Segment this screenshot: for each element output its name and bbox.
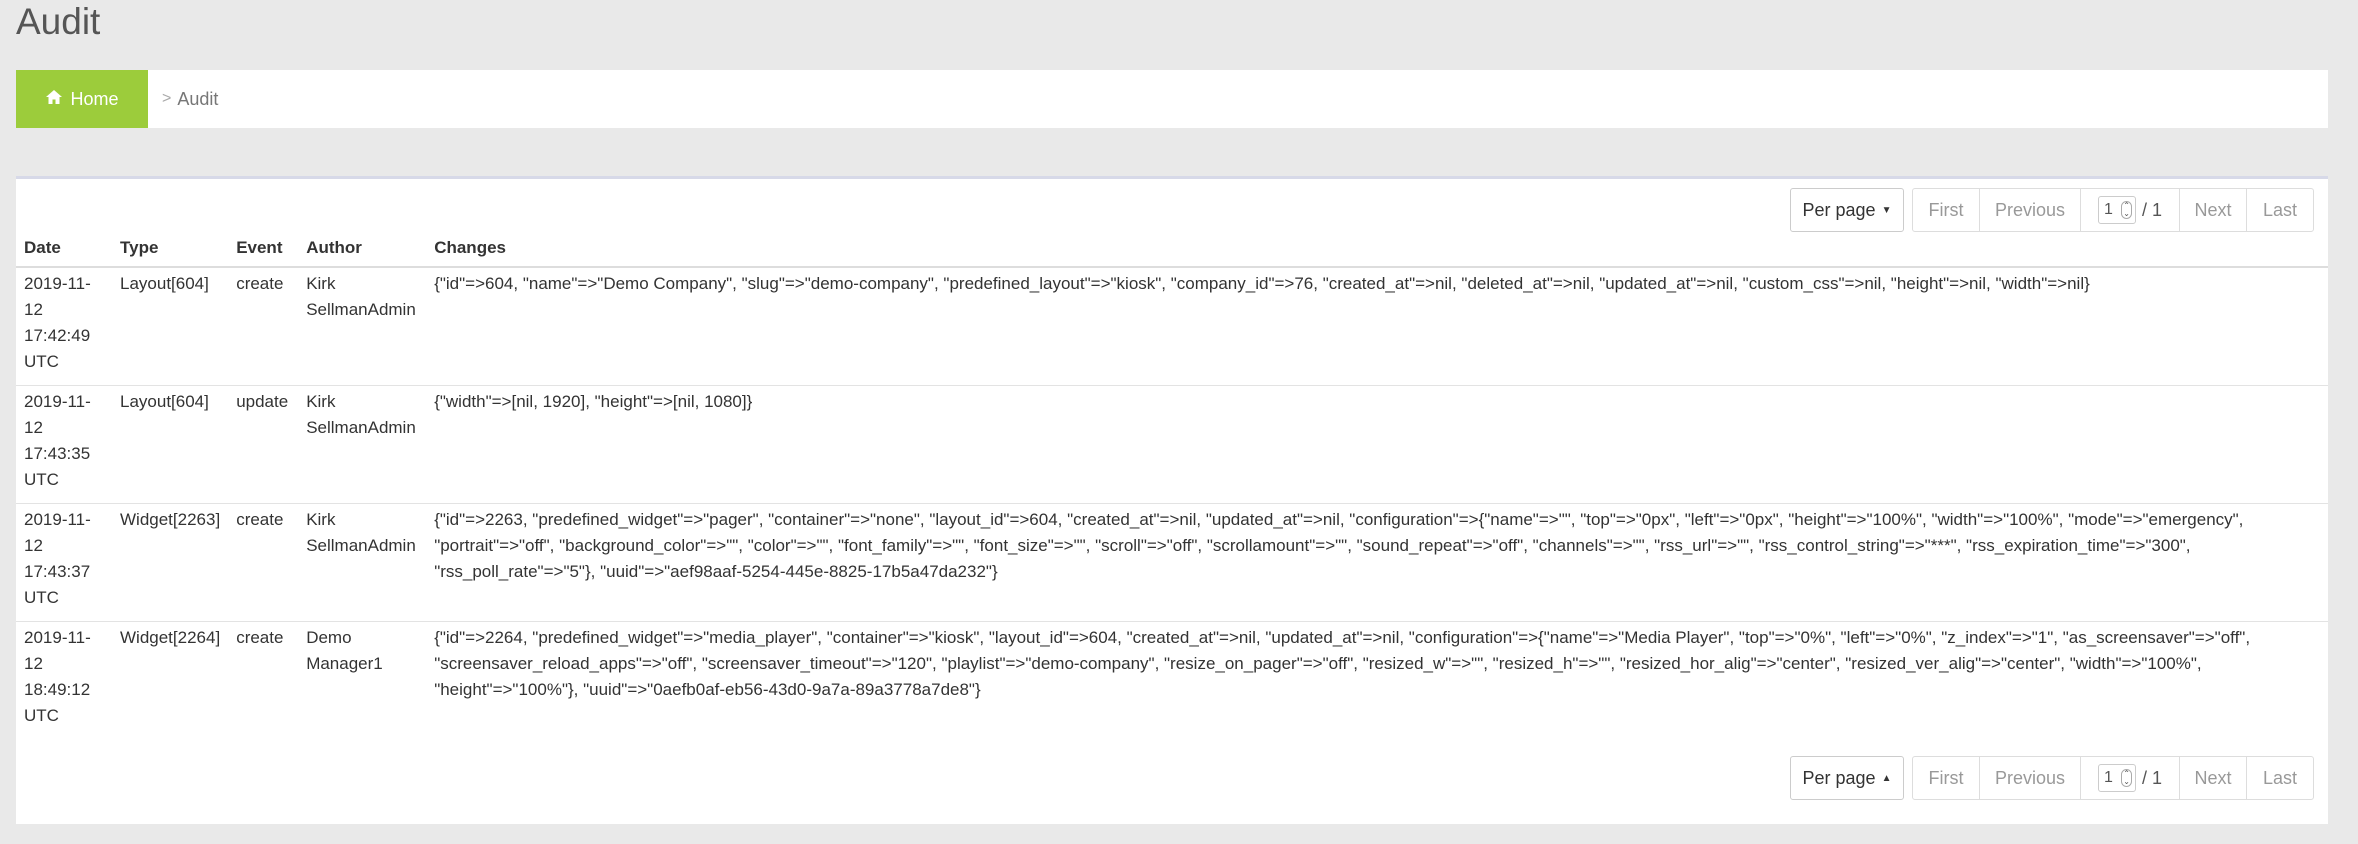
caret-up-icon: ▲: [1881, 772, 1892, 784]
cell-author: Kirk SellmanAdmin: [298, 502, 427, 621]
page-number-value: 1: [2103, 769, 2113, 786]
cell-author: Kirk SellmanAdmin: [298, 384, 427, 503]
cell-date: 2019-11- 12 18:49:12 UTC: [16, 620, 112, 739]
breadcrumb-separator: >: [162, 90, 172, 107]
next-page-button[interactable]: Next: [2179, 188, 2247, 232]
cell-event: create: [228, 502, 299, 621]
per-page-dropdown[interactable]: Per page ▼: [1790, 188, 1904, 232]
cell-event: update: [228, 384, 299, 503]
audit-panel: Per page ▼ First Previous 1 ⌃ ⌄ / 1 Next …: [16, 176, 2328, 824]
page-number-control: 1 ⌃ ⌄ / 1: [2080, 756, 2180, 800]
cell-type: Widget[2263]: [112, 502, 229, 621]
page-total: / 1: [2141, 767, 2162, 788]
caret-down-icon: ▼: [1881, 204, 1892, 216]
column-header-type: Type: [112, 235, 229, 268]
column-header-changes: Changes: [426, 235, 2328, 268]
per-page-dropdown[interactable]: Per page ▲: [1790, 756, 1904, 800]
table-row: 2019-11- 12 17:43:37 UTC Widget[2263] creat…: [16, 502, 2328, 621]
cell-type: Layout[604]: [112, 384, 229, 503]
cell-author: Kirk SellmanAdmin: [298, 266, 427, 385]
cell-changes: {"id"=>2263, "predefined_widget"=>"pager…: [426, 502, 2328, 621]
cell-event: create: [228, 266, 299, 385]
table-row: 2019-11- 12 17:42:49 UTC Layout[604] create…: [16, 266, 2328, 385]
cell-changes: {"id"=>2264, "predefined_widget"=>"media…: [426, 620, 2328, 739]
cell-date: 2019-11- 12 17:43:35 UTC: [16, 384, 112, 503]
cell-author: Demo Manager1: [298, 620, 427, 739]
column-header-author: Author: [298, 235, 427, 268]
breadcrumb-current: Audit: [177, 88, 219, 109]
column-header-event: Event: [228, 235, 299, 268]
pagination-group: First Previous 1 ⌃ ⌄ / 1 Next Last: [1912, 756, 2314, 800]
spinner-icon[interactable]: ⌃ ⌄: [2121, 769, 2132, 787]
per-page-label: Per page: [1802, 767, 1876, 788]
page-number-input[interactable]: 1 ⌃ ⌄: [2097, 764, 2136, 792]
spinner-icon[interactable]: ⌃ ⌄: [2121, 201, 2132, 219]
pagination-top: Per page ▼ First Previous 1 ⌃ ⌄ / 1 Next …: [1790, 188, 2314, 232]
page-number-input[interactable]: 1 ⌃ ⌄: [2097, 196, 2136, 224]
cell-changes: {"width"=>[nil, 1920], "height"=>[nil, 1…: [426, 384, 2328, 503]
cell-event: create: [228, 620, 299, 739]
pagination-group: First Previous 1 ⌃ ⌄ / 1 Next Last: [1912, 188, 2314, 232]
last-page-button[interactable]: Last: [2246, 188, 2314, 232]
last-page-button[interactable]: Last: [2246, 756, 2314, 800]
audit-table: Date Type Event Author Changes 2019-11- 1…: [16, 235, 2328, 739]
next-page-button[interactable]: Next: [2179, 756, 2247, 800]
first-page-button[interactable]: First: [1912, 188, 1980, 232]
per-page-label: Per page: [1802, 199, 1876, 220]
page-number-control: 1 ⌃ ⌄ / 1: [2080, 188, 2180, 232]
page-number-value: 1: [2103, 201, 2113, 218]
table-row: 2019-11- 12 17:43:35 UTC Layout[604] update…: [16, 384, 2328, 503]
cell-changes: {"id"=>604, "name"=>"Demo Company", "slu…: [426, 266, 2328, 385]
breadcrumb: Home > Audit: [16, 70, 2328, 128]
cell-date: 2019-11- 12 17:42:49 UTC: [16, 266, 112, 385]
page-total: / 1: [2141, 199, 2162, 220]
table-row: 2019-11- 12 18:49:12 UTC Widget[2264] creat…: [16, 620, 2328, 739]
breadcrumb-home-label: Home: [70, 88, 119, 109]
breadcrumb-home-link[interactable]: Home: [16, 70, 148, 128]
cell-date: 2019-11- 12 17:43:37 UTC: [16, 502, 112, 621]
first-page-button[interactable]: First: [1912, 756, 1980, 800]
page-title: Audit: [16, 1, 101, 42]
table-header-row: Date Type Event Author Changes: [16, 235, 2328, 268]
previous-page-button[interactable]: Previous: [1979, 756, 2081, 800]
cell-type: Widget[2264]: [112, 620, 229, 739]
cell-type: Layout[604]: [112, 266, 229, 385]
pagination-bottom: Per page ▲ First Previous 1 ⌃ ⌄ / 1 Next …: [1790, 756, 2314, 800]
column-header-date: Date: [16, 235, 112, 268]
home-icon: [45, 89, 63, 110]
previous-page-button[interactable]: Previous: [1979, 188, 2081, 232]
